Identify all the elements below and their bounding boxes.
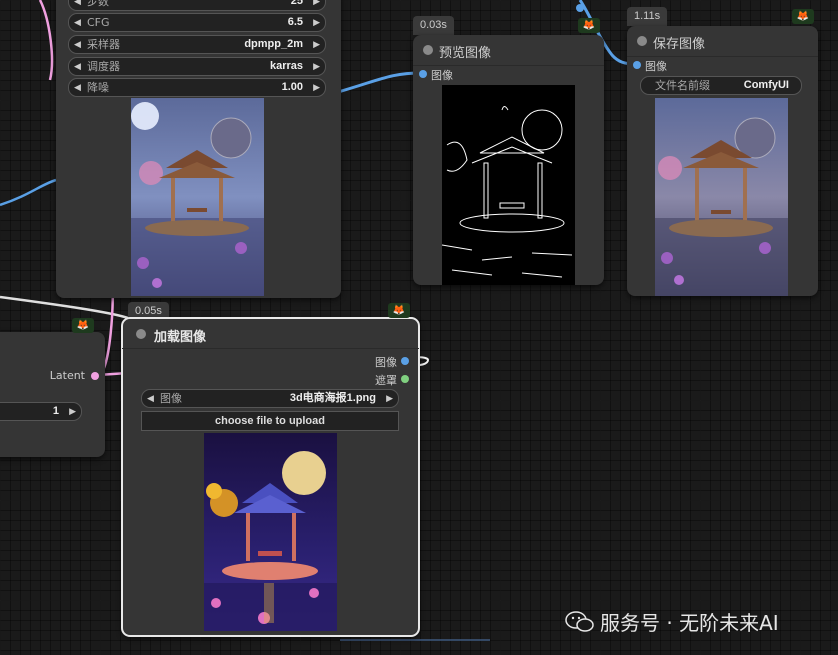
scheduler-widget[interactable]: ◀ 调度器 karras ▶ <box>68 57 326 76</box>
arrow-right-icon[interactable]: ▶ <box>313 58 320 75</box>
preview-titlebar[interactable]: 预览图像 <box>413 35 604 66</box>
arrow-right-icon[interactable]: ▶ <box>313 0 320 10</box>
load-titlebar[interactable]: 加载图像 <box>122 318 419 349</box>
arrow-left-icon[interactable]: ◀ <box>147 390 154 407</box>
wire-left-blue <box>0 178 57 207</box>
steps-value: 25 <box>290 0 303 7</box>
image-select-label: 图像 <box>160 392 182 405</box>
preview-input-socket[interactable] <box>419 70 427 78</box>
arrow-right-icon[interactable]: ▶ <box>69 403 76 420</box>
collapse-dot[interactable] <box>423 45 433 55</box>
cfg-widget[interactable]: ◀ CFG 6.5 ▶ <box>68 13 326 32</box>
sampler-preview-image <box>131 98 264 296</box>
fox-badge-icon: 🦊 <box>792 9 814 24</box>
loaded-image <box>204 433 337 631</box>
latent-node[interactable]: 🦊 Latent 1 ▶ <box>0 318 105 457</box>
wire-pink-top <box>38 0 54 81</box>
save-titlebar[interactable]: 保存图像 <box>627 26 818 57</box>
collapse-dot[interactable] <box>136 329 146 339</box>
mask-output-socket[interactable] <box>401 375 409 383</box>
load-title: 加载图像 <box>154 330 207 345</box>
arrow-left-icon[interactable]: ◀ <box>74 58 81 75</box>
latent-output-socket[interactable] <box>91 372 99 380</box>
save-image-node[interactable]: 保存图像 🦊 图像 文件名前缀 ComfyUI <box>627 9 818 296</box>
arrow-left-icon[interactable]: ◀ <box>74 14 81 31</box>
filename-prefix-widget[interactable]: 文件名前缀 ComfyUI <box>640 76 802 95</box>
denoise-value: 1.00 <box>281 81 303 93</box>
scheduler-label: 调度器 <box>87 60 120 73</box>
collapse-dot[interactable] <box>637 36 647 46</box>
image-select-widget[interactable]: ◀ 图像 3d电商海报1.png ▶ <box>141 389 399 408</box>
saved-image <box>655 98 788 296</box>
watermark-text: 服务号 · 无阶未来AI <box>600 611 779 635</box>
image-output-socket[interactable] <box>401 357 409 365</box>
fox-badge-icon: 🦊 <box>578 18 600 33</box>
fox-badge-icon: 🦊 <box>72 318 94 333</box>
arrow-right-icon[interactable]: ▶ <box>313 14 320 31</box>
save-time-badge: 1.11s <box>627 7 668 26</box>
image-select-value: 3d电商海报1.png <box>289 392 376 404</box>
filename-prefix-label: 文件名前缀 <box>655 79 710 92</box>
arrow-right-icon[interactable]: ▶ <box>386 390 393 407</box>
arrow-right-icon[interactable]: ▶ <box>313 36 320 53</box>
wire-reroute-dot <box>576 4 584 12</box>
sampler-widget[interactable]: ◀ 采样器 dpmpp_2m ▶ <box>68 35 326 54</box>
arrow-left-icon[interactable]: ◀ <box>74 0 81 10</box>
steps-label: 步数 <box>87 0 109 8</box>
preview-time-badge: 0.03s <box>413 16 454 35</box>
filename-prefix-value: ComfyUI <box>743 79 789 91</box>
mask-output-label: 遮罩 <box>375 374 397 387</box>
preview-edge-image <box>442 85 575 285</box>
denoise-widget[interactable]: ◀ 降噪 1.00 ▶ <box>68 78 326 97</box>
preview-input-label: 图像 <box>431 69 453 82</box>
cfg-value: 6.5 <box>287 16 303 28</box>
sampler-label: 采样器 <box>87 38 120 51</box>
fox-badge-icon: 🦊 <box>388 303 410 318</box>
save-input-socket[interactable] <box>633 61 641 69</box>
scheduler-value: karras <box>269 60 303 72</box>
ksampler-node[interactable]: ◀ 步数 25 ▶ ◀ CFG 6.5 ▶ ◀ 采样器 dpmpp_2m ▶ ◀… <box>56 0 341 298</box>
preview-title: 预览图像 <box>439 46 492 61</box>
preview-image-node[interactable]: 预览图像 🦊 图像 <box>413 18 604 285</box>
wire-white-left <box>0 295 129 320</box>
wechat-icon <box>565 611 594 632</box>
steps-widget[interactable]: ◀ 步数 25 ▶ <box>68 0 326 11</box>
latent-output-label: Latent <box>49 369 85 382</box>
save-input-label: 图像 <box>645 60 667 73</box>
wire-image-to-preview <box>337 71 423 94</box>
image-output-label: 图像 <box>375 356 397 369</box>
batch-size-widget[interactable]: 1 ▶ <box>0 402 82 421</box>
arrow-right-icon[interactable]: ▶ <box>313 79 320 96</box>
batch-size-value: 1 <box>52 405 59 417</box>
denoise-label: 降噪 <box>87 81 109 94</box>
upload-button[interactable]: choose file to upload <box>141 411 399 431</box>
arrow-left-icon[interactable]: ◀ <box>74 36 81 53</box>
sampler-value: dpmpp_2m <box>244 38 303 50</box>
cfg-label: CFG <box>87 16 110 29</box>
save-title: 保存图像 <box>653 37 706 52</box>
load-image-node[interactable]: 加载图像 🦊 图像 遮罩 ◀ 图像 3d电商海报1.png ▶ choose f… <box>121 303 420 637</box>
arrow-left-icon[interactable]: ◀ <box>74 79 81 96</box>
